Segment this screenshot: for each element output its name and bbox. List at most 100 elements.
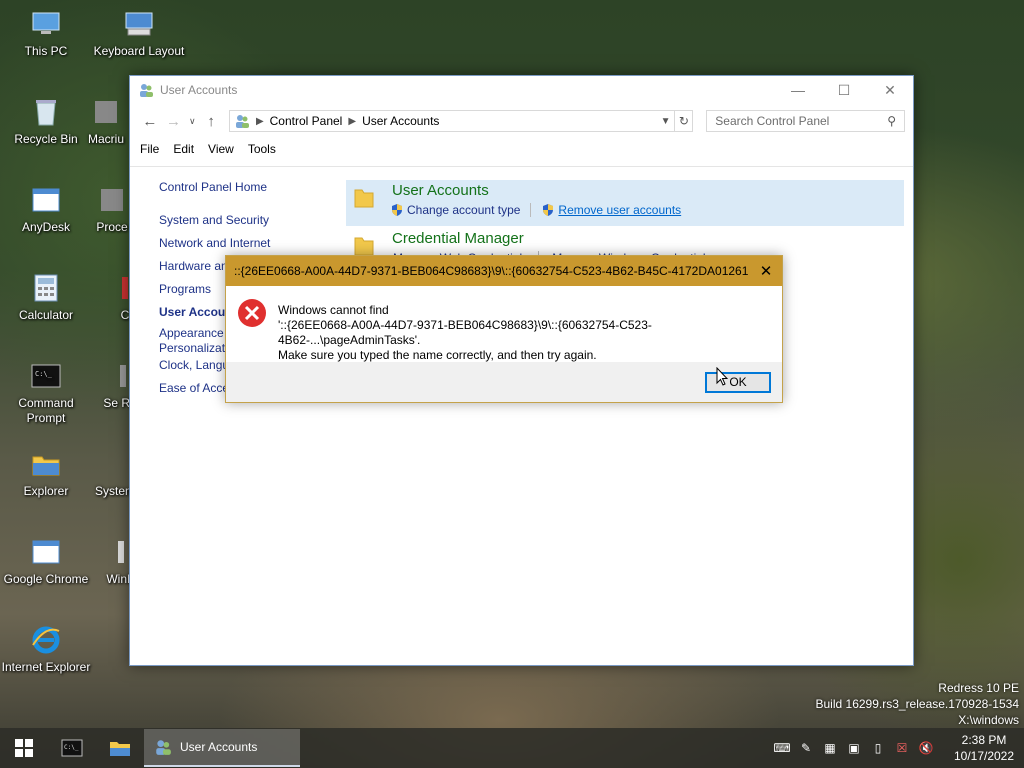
minimize-button[interactable]: —	[775, 76, 821, 104]
desktop-icon-label: Keyboard Layout	[93, 44, 185, 58]
desktop-icon-label: Internet Explorer	[1, 660, 91, 674]
shield-icon	[543, 204, 554, 216]
category-title[interactable]: Credential Manager	[392, 230, 524, 247]
volume-muted-icon[interactable]: 🔇	[914, 741, 938, 755]
taskbar: C:\_ User Accounts ⌨ ✎ ▦ ▣ ▯ ☒ 🔇 2:38 PM…	[0, 728, 1024, 768]
desktop-icon-anydesk[interactable]: AnyDesk	[0, 184, 92, 235]
clock-date: 10/17/2022	[953, 749, 1015, 763]
desktop-icon-label: Macriu	[87, 132, 124, 146]
recent-locations-button[interactable]: ∨	[185, 116, 199, 127]
desktop-icon-keyboard-layout[interactable]: Keyboard Layout	[93, 8, 185, 59]
folder-icon	[354, 189, 374, 208]
forward-button[interactable]: →	[162, 113, 186, 130]
ok-button[interactable]: OK	[705, 372, 771, 393]
menu-view[interactable]: View	[208, 142, 234, 156]
dialog-footer: OK	[226, 362, 782, 402]
folder-icon	[354, 237, 374, 256]
up-button[interactable]: ↑	[199, 113, 223, 130]
dialog-message-line: '::{26EE0668-A00A-44D7-9371-BEB064C98683…	[278, 318, 652, 347]
color-icon[interactable]: ▦	[818, 741, 842, 755]
category-user-accounts[interactable]: User Accounts Change account type Remove…	[346, 180, 904, 226]
menu-edit[interactable]: Edit	[173, 142, 194, 156]
clock[interactable]: 2:38 PM 10/17/2022	[944, 732, 1024, 764]
window-app-icon	[30, 184, 62, 216]
menu-tools[interactable]: Tools	[248, 142, 276, 156]
watermark-line: Redress 10 PE	[938, 681, 1019, 695]
category-title[interactable]: User Accounts	[392, 182, 489, 199]
watermark-line: Build 16299.rs3_release.170928-1534	[815, 697, 1020, 711]
recycle-bin-icon	[30, 96, 62, 128]
dialog-close-button[interactable]: ✕	[750, 262, 782, 280]
pen-icon[interactable]: ✎	[794, 741, 818, 755]
desktop-icon-this-pc[interactable]: This PC	[0, 8, 92, 59]
divider	[530, 203, 532, 217]
mouse-cursor-icon	[716, 367, 728, 386]
refresh-button[interactable]: ↻	[675, 110, 694, 132]
desktop-icon-macrium[interactable]: Macriu	[76, 96, 136, 147]
taskbar-user-accounts[interactable]: User Accounts	[144, 729, 300, 767]
window-app-icon	[30, 536, 62, 568]
desktop-icon-command-prompt[interactable]: C:\_ Command Prompt	[0, 360, 92, 426]
taskbar-explorer[interactable]	[96, 728, 144, 768]
dialog-title: ::{26EE0668-A00A-44D7-9371-BEB064C98683}…	[234, 264, 749, 278]
search-input[interactable]: Search Control Panel ⚲	[706, 110, 905, 132]
window-title: User Accounts	[160, 83, 238, 97]
dialog-message: Windows cannot find '::{26EE0668-A00A-44…	[278, 303, 782, 363]
start-button[interactable]	[0, 728, 48, 768]
address-row: ← → ∨ ↑ ▶ Control Panel ▶ User Accounts …	[130, 104, 913, 138]
desktop-icon-label: AnyDesk	[21, 220, 71, 234]
change-account-type-link[interactable]: Change account type	[407, 203, 520, 217]
nav-network-and-internet[interactable]: Network and Internet	[159, 232, 319, 255]
svg-text:C:\_: C:\_	[64, 744, 79, 751]
chevron-right-icon: ▶	[348, 115, 357, 127]
app-icon	[96, 184, 128, 216]
desktop-icon-label: This PC	[24, 44, 68, 58]
internet-explorer-icon	[30, 624, 62, 656]
calculator-icon	[30, 272, 62, 304]
address-bar[interactable]: ▶ Control Panel ▶ User Accounts ▼	[228, 110, 676, 132]
chevron-right-icon: ▶	[255, 115, 264, 127]
dialog-body: Windows cannot find '::{26EE0668-A00A-44…	[226, 286, 782, 362]
search-icon[interactable]: ⚲	[887, 114, 896, 128]
back-button[interactable]: ←	[138, 113, 162, 130]
network-disconnected-icon[interactable]: ☒	[890, 741, 914, 755]
dialog-message-line: Make sure you typed the name correctly, …	[278, 348, 597, 362]
user-accounts-icon	[140, 84, 153, 97]
folder-icon	[30, 448, 62, 480]
dialog-message-line: Windows cannot find	[278, 303, 389, 317]
chevron-down-icon[interactable]: ▼	[661, 116, 671, 127]
maximize-button[interactable]: ☐	[821, 76, 867, 104]
nav-control-panel-home[interactable]: Control Panel Home	[159, 176, 319, 199]
desktop-icon-label: Command Prompt	[18, 396, 74, 425]
os-watermark: Redress 10 PE Build 16299.rs3_release.17…	[816, 680, 1020, 728]
divider	[130, 166, 913, 167]
dialog-titlebar[interactable]: ::{26EE0668-A00A-44D7-9371-BEB064C98683}…	[226, 256, 782, 286]
terminal-icon: C:\_	[30, 360, 62, 392]
error-dialog: ::{26EE0668-A00A-44D7-9371-BEB064C98683}…	[225, 255, 783, 403]
app-icon	[90, 96, 122, 128]
display-icon[interactable]: ▣	[842, 741, 866, 755]
menu-file[interactable]: File	[140, 142, 159, 156]
error-icon	[238, 299, 266, 327]
breadcrumb-user-accounts[interactable]: User Accounts	[362, 114, 439, 128]
user-accounts-icon	[156, 740, 171, 755]
system-tray: ⌨ ✎ ▦ ▣ ▯ ☒ 🔇 2:38 PM 10/17/2022	[770, 732, 1024, 764]
keyboard-icon	[123, 8, 155, 40]
clock-time: 2:38 PM	[961, 733, 1007, 747]
close-button[interactable]: ✕	[867, 76, 913, 104]
remove-user-accounts-link[interactable]: Remove user accounts	[558, 203, 681, 217]
keyboard-icon[interactable]: ⌨	[770, 741, 794, 755]
breadcrumb-control-panel[interactable]: Control Panel	[270, 114, 343, 128]
desktop-icon-internet-explorer[interactable]: Internet Explorer	[0, 624, 92, 675]
nav-system-and-security[interactable]: System and Security	[159, 209, 319, 232]
usb-icon[interactable]: ▯	[866, 741, 890, 755]
window-titlebar[interactable]: User Accounts — ☐ ✕	[130, 76, 913, 104]
search-placeholder: Search Control Panel	[715, 114, 830, 128]
desktop-icon-calculator[interactable]: Calculator	[0, 272, 92, 323]
taskbar-command-prompt[interactable]: C:\_	[48, 728, 96, 768]
desktop-icon-label: Calculator	[18, 308, 74, 322]
computer-icon	[30, 8, 62, 40]
desktop-icon-explorer[interactable]: Explorer	[0, 448, 92, 499]
desktop-icon-google-chrome[interactable]: Google Chrome	[0, 536, 92, 587]
folder-icon	[110, 742, 130, 756]
